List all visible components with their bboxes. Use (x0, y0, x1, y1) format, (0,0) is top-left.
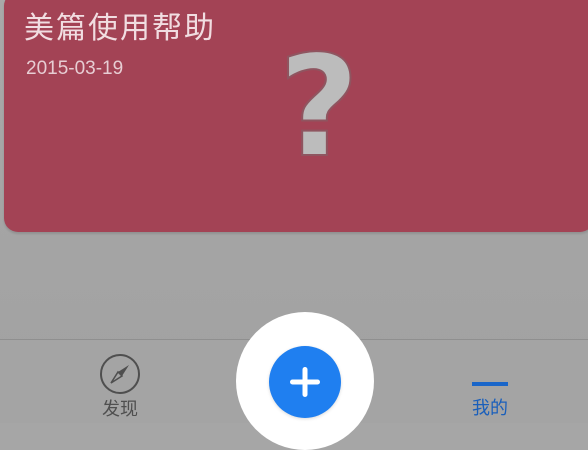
compass-icon (100, 354, 140, 394)
plus-icon (290, 367, 320, 397)
svg-text:?: ? (278, 40, 359, 170)
add-button[interactable] (269, 346, 341, 418)
card-title: 美篇使用帮助 (24, 11, 216, 46)
tab-discover-label: 发现 (102, 399, 138, 420)
screen-overlay: 美篇使用帮助 2015-03-19 ? 发现 我的 (0, 0, 588, 450)
tab-mine-label: 我的 (472, 398, 508, 419)
help-card[interactable]: 美篇使用帮助 2015-03-19 ? (4, 0, 588, 232)
question-mark-icon: ? (277, 40, 360, 170)
tab-discover[interactable]: 发现 (80, 352, 160, 422)
card-date: 2015-03-19 (26, 58, 124, 79)
tab-mine[interactable]: 我的 (450, 352, 530, 422)
mine-tab-indicator (472, 382, 508, 386)
